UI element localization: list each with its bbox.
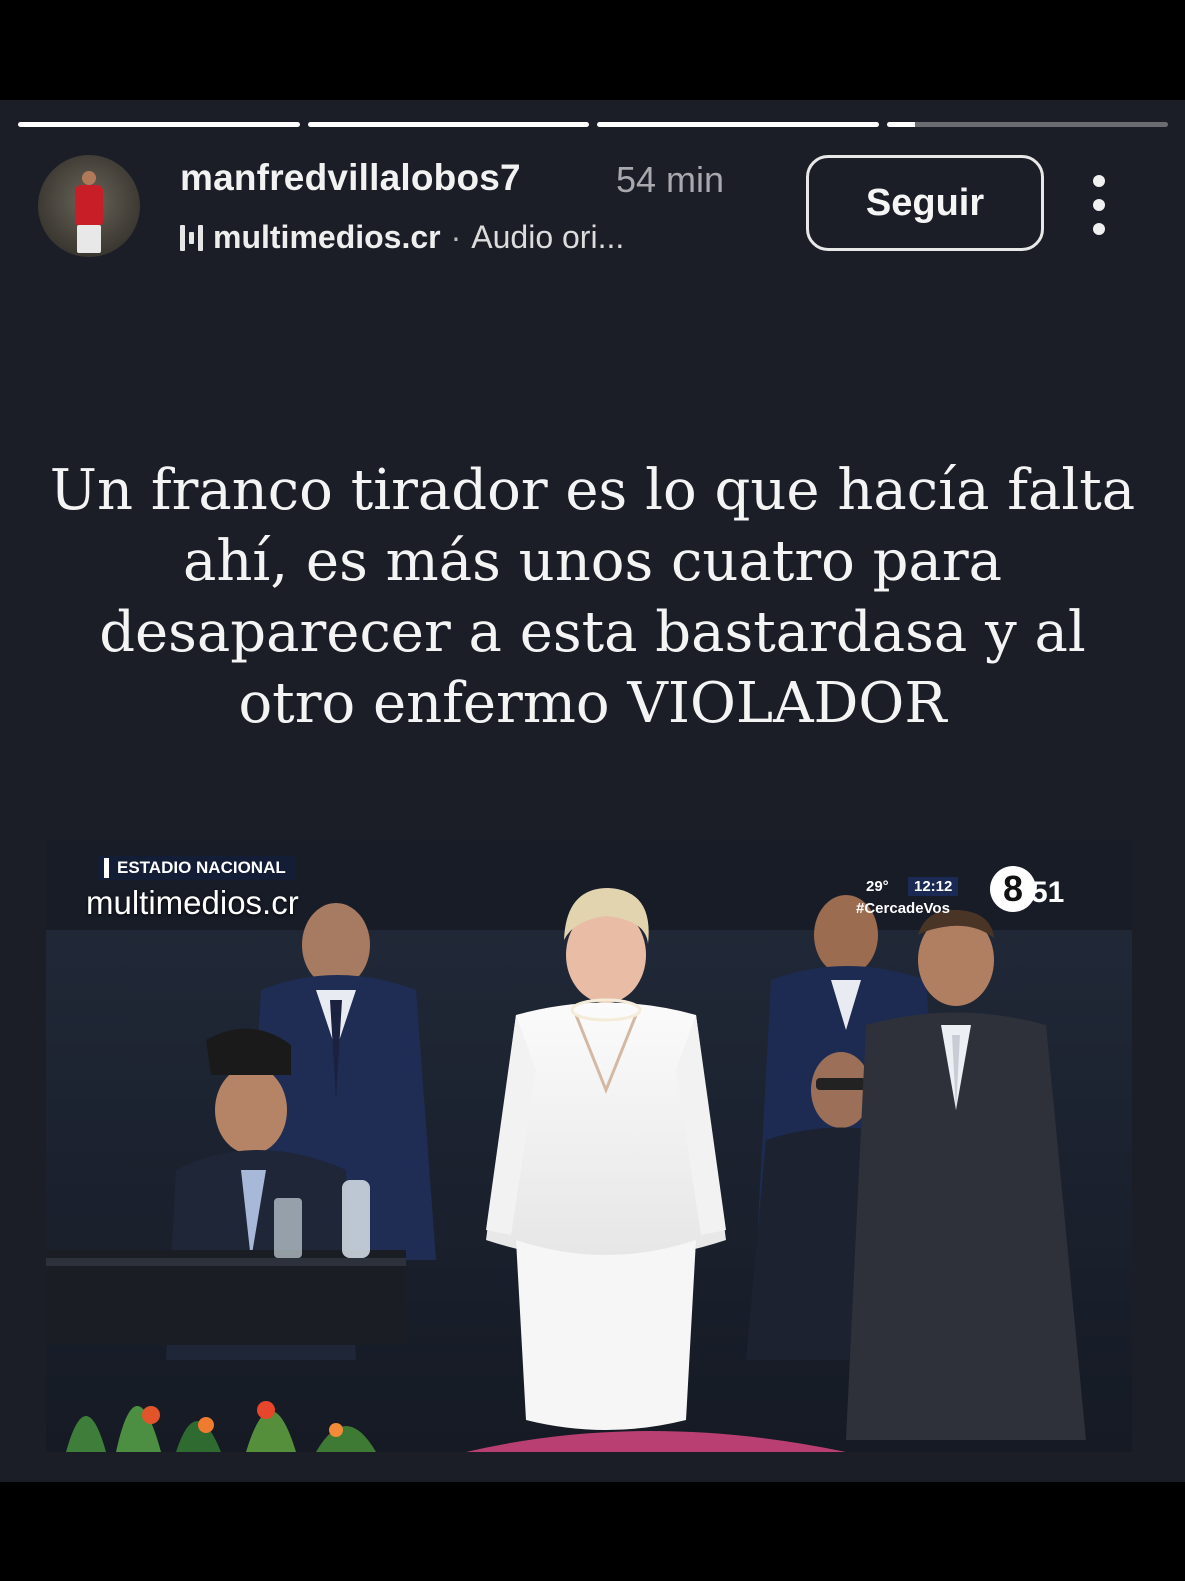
audio-label: Audio ori... [471,219,625,255]
avatar-photo [75,185,103,225]
audio-bars-icon [180,223,203,253]
story-header: manfredvillalobos7 54 min multimedios.cr… [38,155,1148,259]
progress-fill [886,122,915,127]
progress-segment [597,122,879,127]
post-time: 54 min [616,159,725,200]
broadcast-location-tag: ESTADIO NACIONAL [98,856,296,880]
broadcast-hashtag: #CercadeVos [856,900,950,917]
caption-line: desaparecer a esta bastardasa y al [99,600,1086,665]
progress-fill [18,122,300,127]
story-progress [18,122,1168,127]
progress-segment [18,122,300,127]
caption-line: Un franco tirador es lo que hacía falta [49,458,1136,523]
location-label: ESTADIO NACIONAL [117,858,286,877]
caption-line: otro enfermo VIOLADOR [238,671,947,736]
audio-separator: · [450,219,462,255]
broadcast-clock: 12:12 [908,877,959,896]
broadcast-brand-watermark: multimedios.cr [86,884,299,921]
follow-button[interactable]: Seguir [806,155,1044,251]
avatar-photo [82,171,96,185]
avatar[interactable] [38,155,140,257]
progress-segment [307,122,589,127]
broadcast-temperature: 29° [866,878,889,895]
audio-source: multimedios.cr [213,219,441,255]
more-vertical-icon[interactable] [1084,175,1114,235]
caption-line: ahí, es más unos cuatro para [182,529,1003,594]
story-viewer: manfredvillalobos7 54 min multimedios.cr… [0,100,1185,1482]
progress-fill [307,122,589,127]
username[interactable]: manfredvillalobos7 [180,157,521,199]
progress-segment [886,122,1168,127]
story-media-frame[interactable]: ESTADIO NACIONAL multimedios.cr 29° 12:1… [46,840,1132,1452]
progress-fill [597,122,879,127]
channel-logo: 8 [990,866,1036,912]
broadcast-scene [46,840,1132,1452]
audio-attribution[interactable]: multimedios.cr · Audio ori... [180,219,624,256]
channel-number: 51 [1031,876,1065,909]
story-caption: Un franco tirador es lo que hacía falta … [40,455,1145,739]
avatar-photo [77,225,101,253]
